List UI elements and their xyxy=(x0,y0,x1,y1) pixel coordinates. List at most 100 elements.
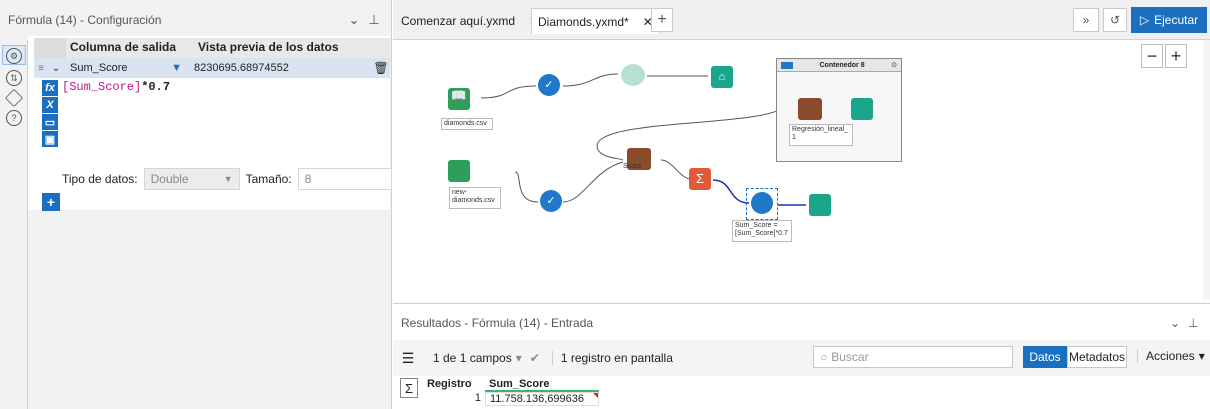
zoom-controls: − + xyxy=(1141,44,1187,68)
container-box[interactable]: Contenedor 8 ⊙ xyxy=(776,58,902,162)
chevron-down-icon[interactable]: ⌄ xyxy=(1170,316,1188,330)
search-input[interactable]: ○ Buscar xyxy=(813,346,1013,368)
formula-node[interactable] xyxy=(751,192,773,214)
workflow-canvas[interactable]: Contenedor 8 ⊙ 📖 diamonds.csv ✓ ⌂ Regres… xyxy=(393,40,1203,298)
fields-icon[interactable]: ☰ xyxy=(393,350,423,367)
grid-cell-value-text: 11.758.136,699636 xyxy=(490,393,584,405)
container-color-icon xyxy=(781,61,793,69)
load-expression-icon[interactable]: ▣ xyxy=(42,131,58,147)
config-header: Fórmula (14) - Configuración ⌄ ⊥ xyxy=(0,0,392,40)
metadatos-button[interactable]: Metadatos xyxy=(1067,346,1127,368)
expression-editor[interactable]: [Sum_Score]*0.7 xyxy=(62,80,372,160)
trash-icon[interactable]: 🗑 xyxy=(372,61,390,75)
output-field-select[interactable]: Sum_Score ▼ xyxy=(64,62,188,74)
header-preview: Vista previa de los datos xyxy=(198,40,339,54)
grid-header-sum-score: Sum_Score xyxy=(485,378,599,392)
pin-icon[interactable]: ⊥ xyxy=(364,12,384,28)
overflow-icon[interactable]: » xyxy=(1073,8,1099,32)
results-toolbar: ☰ 1 de 1 campos ▾ ✔ 1 registro en pantal… xyxy=(393,340,1210,376)
config-side-rail: ⚙ ⇅ ? xyxy=(0,40,28,409)
tab-diamonds[interactable]: Diamonds.yxmd* ✕ xyxy=(531,8,660,34)
connection-icon[interactable]: ⇅ xyxy=(6,70,22,86)
dropdown-arrow-icon: ▼ xyxy=(171,62,182,74)
acciones-menu[interactable]: Acciones ▾ xyxy=(1137,349,1205,363)
results-title: Resultados - Fórmula (14) - Entrada xyxy=(401,316,594,330)
formula-table-header: Columna de salida Vista previa de los da… xyxy=(34,38,390,58)
tab-label: Comenzar aquí.yxmd xyxy=(401,14,516,28)
grid-header-row: Registro Sum_Score xyxy=(425,378,605,392)
data-type-select[interactable]: Double ▼ xyxy=(143,168,240,190)
chevron-down-icon[interactable]: ⌄ xyxy=(344,12,364,28)
grid-cell-value[interactable]: 11.758.136,699636 xyxy=(485,392,599,406)
container-title: Contenedor 8 xyxy=(819,61,865,69)
add-formula-button[interactable]: + xyxy=(42,193,60,211)
variable-icon[interactable]: X xyxy=(42,97,58,113)
preview-value: 8230695.68974552 xyxy=(194,62,289,74)
config-title: Fórmula (14) - Configuración xyxy=(8,13,162,27)
tag-icon[interactable] xyxy=(4,88,24,108)
datos-button[interactable]: Datos xyxy=(1023,346,1067,368)
collapse-icon[interactable]: ⊙ xyxy=(891,61,897,69)
function-icon[interactable]: fx xyxy=(42,80,58,96)
select-node-2[interactable]: ✓ xyxy=(540,190,562,212)
output-field-value: Sum_Score xyxy=(70,62,128,74)
sample-node[interactable] xyxy=(621,64,645,86)
new-tab-button[interactable]: + xyxy=(651,8,673,32)
zoom-out-button[interactable]: − xyxy=(1141,44,1163,68)
fields-count[interactable]: 1 de 1 campos xyxy=(433,351,512,365)
acciones-label: Acciones xyxy=(1146,349,1195,363)
drag-handle-icon[interactable]: ≡ xyxy=(34,63,48,74)
size-label: Tamaño: xyxy=(245,172,292,186)
size-value: 8 xyxy=(304,172,312,186)
container-header: Contenedor 8 ⊙ xyxy=(777,59,901,72)
canvas-scrollbar[interactable] xyxy=(1203,40,1210,300)
input-data-node[interactable]: 📖 xyxy=(448,88,470,110)
help-icon[interactable]: ? xyxy=(6,110,22,126)
tab-label: Diamonds.yxmd* xyxy=(538,14,629,29)
chevron-down-icon: ▾ xyxy=(1198,349,1205,363)
table-row[interactable]: 1 11.758.136,699636 xyxy=(425,392,605,406)
cell-marker-icon xyxy=(593,393,598,398)
expression-operator-token: *0.7 xyxy=(141,80,171,94)
input-data-node-2[interactable] xyxy=(448,160,470,182)
zoom-in-button[interactable]: + xyxy=(1165,44,1187,68)
chevron-down-icon[interactable]: ▾ xyxy=(516,351,522,365)
results-header: Resultados - Fórmula (14) - Entrada ⌄ ⊥ xyxy=(393,310,1210,336)
formula-label: Sum_Score = [Sum_Score]*0.7 xyxy=(732,220,792,242)
summarize-node[interactable]: Σ xyxy=(689,168,711,190)
input-label-2: new- diamonds.csv xyxy=(449,187,501,209)
header-spacer xyxy=(34,38,66,58)
data-type-label: Tipo de datos: xyxy=(62,172,138,186)
records-count: 1 registro en pantalla xyxy=(551,351,673,365)
search-icon: ○ xyxy=(820,350,828,364)
score-label: Score xyxy=(623,163,642,170)
browse-node-2[interactable] xyxy=(851,98,873,120)
expression-field-token: [Sum_Score] xyxy=(62,80,142,94)
regression-label: Regresión_lineal_ 1 xyxy=(789,124,853,146)
run-label: Ejecutar xyxy=(1154,13,1199,27)
workflow-tab-bar: Comenzar aquí.yxmd ✕ Diamonds.yxmd* ✕ + … xyxy=(393,0,1210,40)
browse-node[interactable]: ⌂ xyxy=(711,66,733,88)
header-output-column: Columna de salida xyxy=(70,40,177,54)
formula-row[interactable]: ≡ ⌄ Sum_Score ▼ 8230695.68974552 🗑 xyxy=(34,58,390,78)
pin-icon[interactable]: ⊥ xyxy=(1188,316,1202,330)
history-icon[interactable]: ↺ xyxy=(1103,8,1127,32)
input-label: diamonds.csv xyxy=(441,118,493,130)
collapse-chevron-icon[interactable]: ⌄ xyxy=(48,63,64,74)
search-placeholder: Buscar xyxy=(831,350,869,364)
size-input[interactable]: 8 xyxy=(297,168,392,190)
results-grid: Registro Sum_Score 1 11.758.136,699636 xyxy=(425,378,605,409)
select-node[interactable]: ✓ xyxy=(538,74,560,96)
browse-node-3[interactable] xyxy=(809,194,831,216)
tab-comenzar[interactable]: Comenzar aquí.yxmd ✕ xyxy=(395,8,545,34)
play-icon: ▷ xyxy=(1139,13,1150,27)
gear-icon[interactable]: ⚙ xyxy=(6,48,22,64)
data-type-row: Tipo de datos: Double ▼ Tamaño: 8 xyxy=(62,168,392,190)
save-expression-icon[interactable]: ▭ xyxy=(42,114,58,130)
check-icon[interactable]: ✔ xyxy=(530,351,540,365)
run-button[interactable]: ▷ Ejecutar xyxy=(1131,7,1207,33)
regression-node[interactable] xyxy=(798,98,822,120)
summary-icon[interactable]: Σ xyxy=(400,378,418,398)
data-type-value: Double xyxy=(150,172,189,186)
grid-header-registro: Registro xyxy=(427,378,472,390)
